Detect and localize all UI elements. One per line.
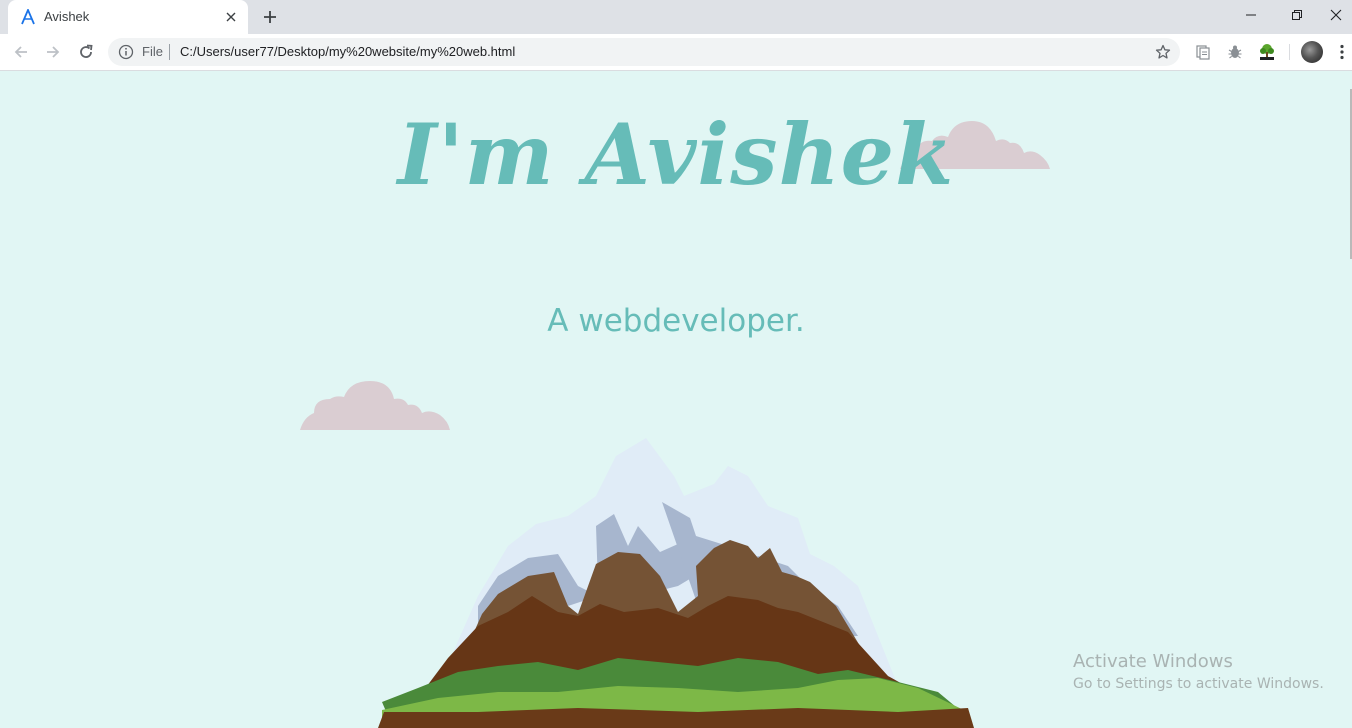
forward-button[interactable] [41,40,65,64]
minimize-button[interactable] [1228,0,1274,30]
activation-subtitle: Go to Settings to activate Windows. [1073,676,1324,692]
url-text[interactable]: C:/Users/user77/Desktop/my%20website/my%… [180,44,515,59]
address-bar[interactable]: File C:/Users/user77/Desktop/my%20websit… [108,38,1180,66]
cloud-icon [300,381,450,430]
browser-toolbar: File C:/Users/user77/Desktop/my%20websit… [0,34,1352,71]
extension-tree-icon[interactable] [1256,41,1278,63]
plus-icon [264,11,276,23]
close-window-button[interactable] [1320,0,1352,30]
toolbar-divider [1289,44,1290,60]
restore-icon [1292,10,1302,20]
tab-close-icon[interactable] [223,9,239,25]
reload-button[interactable] [74,40,98,64]
info-icon[interactable] [118,44,134,60]
tab-title: Avishek [44,9,90,24]
back-button[interactable] [9,40,33,64]
extension-docs-icon[interactable] [1192,41,1214,63]
extension-bug-icon[interactable] [1224,41,1246,63]
close-icon [1330,9,1342,21]
more-vertical-icon [1340,44,1344,60]
arrow-left-icon [14,46,27,58]
site-favicon-icon [20,7,36,25]
windows-activation-watermark: Activate Windows Go to Settings to activ… [1073,650,1324,694]
page-viewport: I'm Avishek A webdeveloper. Activate Win… [0,71,1352,728]
browser-menu-button[interactable] [1333,41,1351,63]
minimize-icon [1246,14,1256,16]
hero-subtitle: A webdeveloper. [547,303,805,339]
browser-tab[interactable]: Avishek [8,0,248,34]
activation-title: Activate Windows [1073,651,1233,672]
new-tab-button[interactable] [258,5,282,29]
omnibox-divider [169,44,170,60]
arrow-right-icon [47,46,60,58]
browser-window: Avishek File C:/Users/user77/Desktop/my%… [0,0,1352,728]
reload-icon [80,44,93,58]
mountain-illustration [378,438,974,728]
profile-avatar[interactable] [1301,41,1323,63]
tab-strip: Avishek [0,0,1352,34]
hero-title: I'm Avishek [397,105,955,204]
scheme-label: File [142,44,163,59]
bookmark-star-icon[interactable] [1154,43,1172,61]
restore-button[interactable] [1274,0,1320,30]
